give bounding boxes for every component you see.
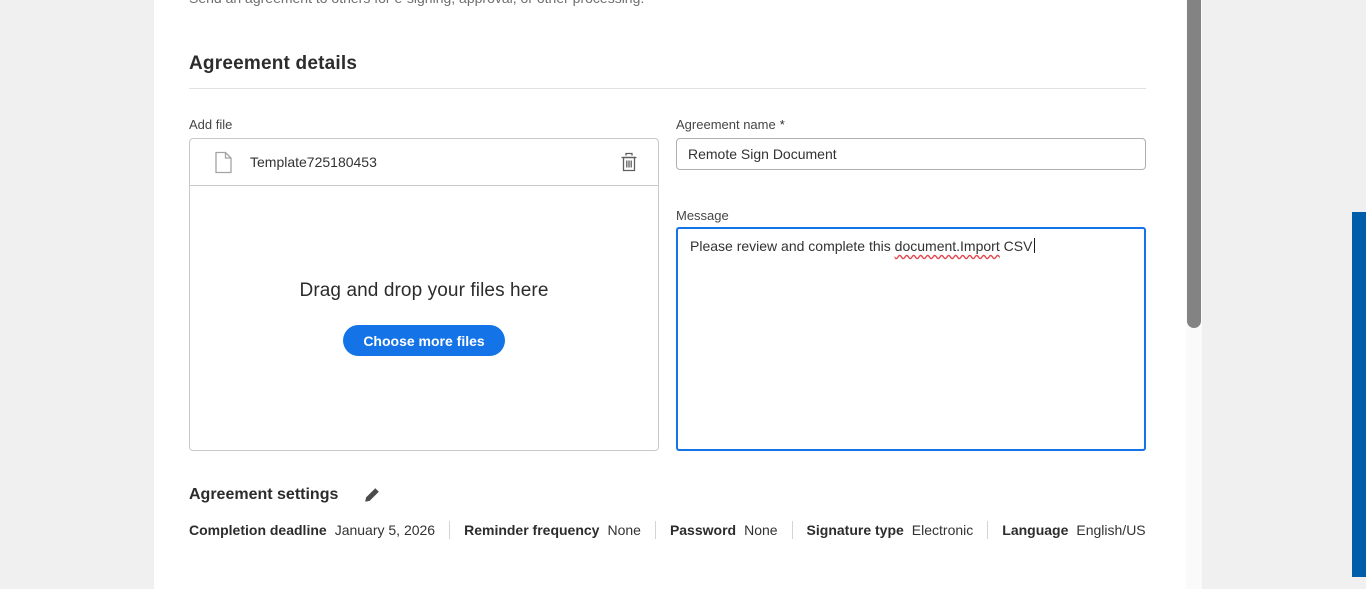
setting-value: None — [607, 522, 640, 538]
attached-file-row: Template725180453 — [190, 139, 658, 186]
file-icon — [214, 151, 233, 174]
agreement-settings-header: Agreement settings — [189, 485, 382, 505]
section-title: Agreement details — [189, 53, 357, 75]
setting-label: Completion deadline — [189, 522, 327, 538]
setting-language: Language English/US — [987, 521, 1159, 539]
right-edge-blue-bar — [1352, 212, 1366, 577]
setting-signature-type: Signature type Electronic — [792, 521, 988, 539]
message-text-after: CSV — [1000, 238, 1033, 254]
scrollbar-thumb[interactable] — [1187, 0, 1201, 328]
vertical-scrollbar[interactable] — [1186, 0, 1202, 589]
add-file-label: Add file — [189, 117, 232, 132]
message-text: Please review and complete this — [690, 238, 895, 254]
setting-label: Reminder frequency — [464, 522, 599, 538]
attached-file-name: Template725180453 — [250, 154, 618, 170]
agreement-name-label-text: Agreement name — [676, 117, 776, 132]
message-misspelled-text: document.Import — [895, 238, 1000, 254]
content-panel: Send an agreement to others for e-signin… — [154, 0, 1202, 589]
drag-drop-text: Drag and drop your files here — [300, 280, 549, 302]
required-asterisk: * — [780, 117, 785, 132]
text-cursor — [1034, 238, 1035, 253]
setting-value: English/US — [1076, 522, 1145, 538]
trash-icon — [620, 152, 638, 172]
setting-value: Electronic — [912, 522, 973, 538]
page-description: Send an agreement to others for e-signin… — [189, 0, 889, 8]
message-textarea[interactable]: Please review and complete this document… — [676, 227, 1146, 451]
setting-completion-deadline: Completion deadline January 5, 2026 — [189, 521, 449, 539]
drag-drop-area[interactable]: Drag and drop your files here Choose mor… — [190, 186, 658, 450]
choose-more-files-button[interactable]: Choose more files — [343, 325, 504, 356]
section-divider — [189, 88, 1146, 89]
message-label: Message — [676, 208, 729, 223]
setting-password: Password None — [655, 521, 792, 539]
setting-label: Password — [670, 522, 736, 538]
setting-value: None — [744, 522, 777, 538]
settings-summary-row: Completion deadline January 5, 2026 Remin… — [189, 521, 1169, 539]
file-dropzone-container: Template725180453 Drag and drop your fil… — [189, 138, 659, 451]
setting-reminder-frequency: Reminder frequency None — [449, 521, 655, 539]
agreement-settings-title: Agreement settings — [189, 486, 338, 504]
setting-label: Signature type — [807, 522, 904, 538]
delete-file-button[interactable] — [618, 150, 640, 174]
edit-settings-button[interactable] — [362, 485, 382, 505]
agreement-name-label: Agreement name * — [676, 117, 785, 132]
pencil-icon — [364, 487, 380, 503]
setting-label: Language — [1002, 522, 1068, 538]
agreement-name-input[interactable] — [676, 138, 1146, 170]
setting-value: January 5, 2026 — [335, 522, 435, 538]
